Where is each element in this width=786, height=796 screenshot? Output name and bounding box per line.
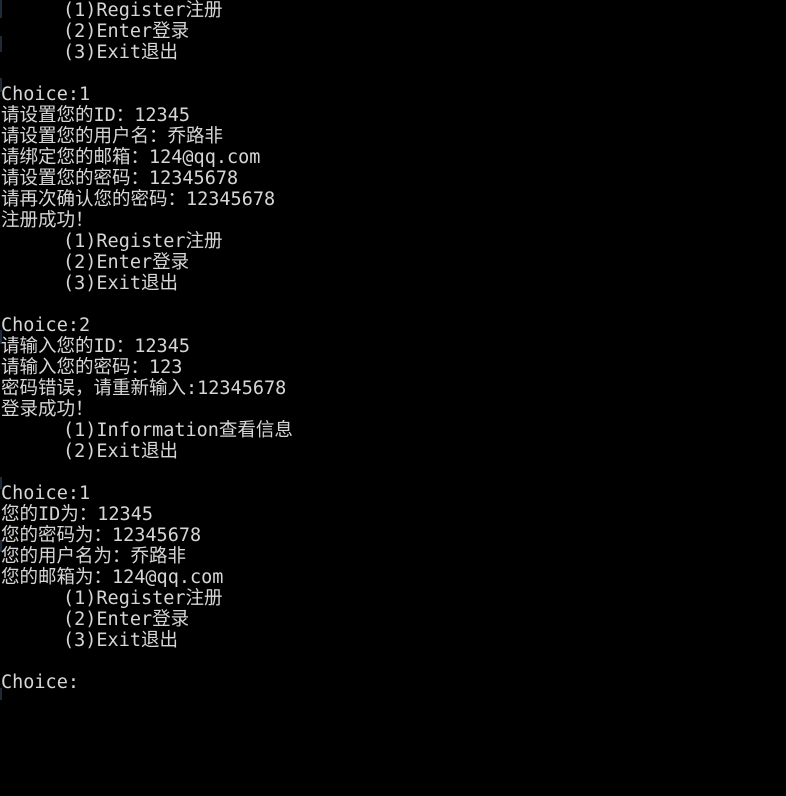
console-line: (1)Information查看信息 <box>63 420 293 441</box>
console-line: 您的密码为：12345678 <box>1 525 202 546</box>
console-line: (2)Exit退出 <box>63 441 178 462</box>
console-line: 登录成功！ <box>1 399 94 420</box>
console-line: 请再次确认您的密码：12345678 <box>1 189 276 210</box>
console-line: Choice:1 <box>1 84 91 105</box>
console-line: 密码错误，请重新输入:12345678 <box>1 378 287 399</box>
console-window[interactable]: (1)Register注册 (2)Enter登录 (3)Exit退出 Choice:1… <box>0 0 786 796</box>
console-line: 注册成功！ <box>1 210 94 231</box>
console-line: Choice:2 <box>1 315 91 336</box>
console-line: Choice:1 <box>1 483 91 504</box>
console-line: (2)Enter登录 <box>63 252 190 273</box>
console-line: (3)Exit退出 <box>63 630 178 651</box>
console-line: Choice: <box>1 672 79 693</box>
console-line: (3)Exit退出 <box>63 273 178 294</box>
console-line: 请设置您的ID：12345 <box>1 105 190 126</box>
console-line: (3)Exit退出 <box>63 42 178 63</box>
console-line: (2)Enter登录 <box>63 21 190 42</box>
console-line: 请设置您的用户名：乔路非 <box>1 126 224 147</box>
console-line: 请设置您的密码：12345678 <box>1 168 239 189</box>
console-line: 请输入您的ID：12345 <box>1 336 190 357</box>
console-line: 请输入您的密码：123 <box>1 357 183 378</box>
console-output-text: (1)Register注册 (2)Enter登录 (3)Exit退出 Choice:1… <box>0 0 786 693</box>
console-line: 您的邮箱为：124@qq.com <box>1 567 224 588</box>
console-line: (1)Register注册 <box>63 231 223 252</box>
console-line: 您的用户名为：乔路非 <box>1 546 187 567</box>
console-line: (2)Enter登录 <box>63 609 190 630</box>
console-line: 请绑定您的邮箱：124@qq.com <box>1 147 261 168</box>
console-line: (1)Register注册 <box>63 588 223 609</box>
console-line: (1)Register注册 <box>63 0 223 21</box>
console-line: 您的ID为：12345 <box>1 504 153 525</box>
